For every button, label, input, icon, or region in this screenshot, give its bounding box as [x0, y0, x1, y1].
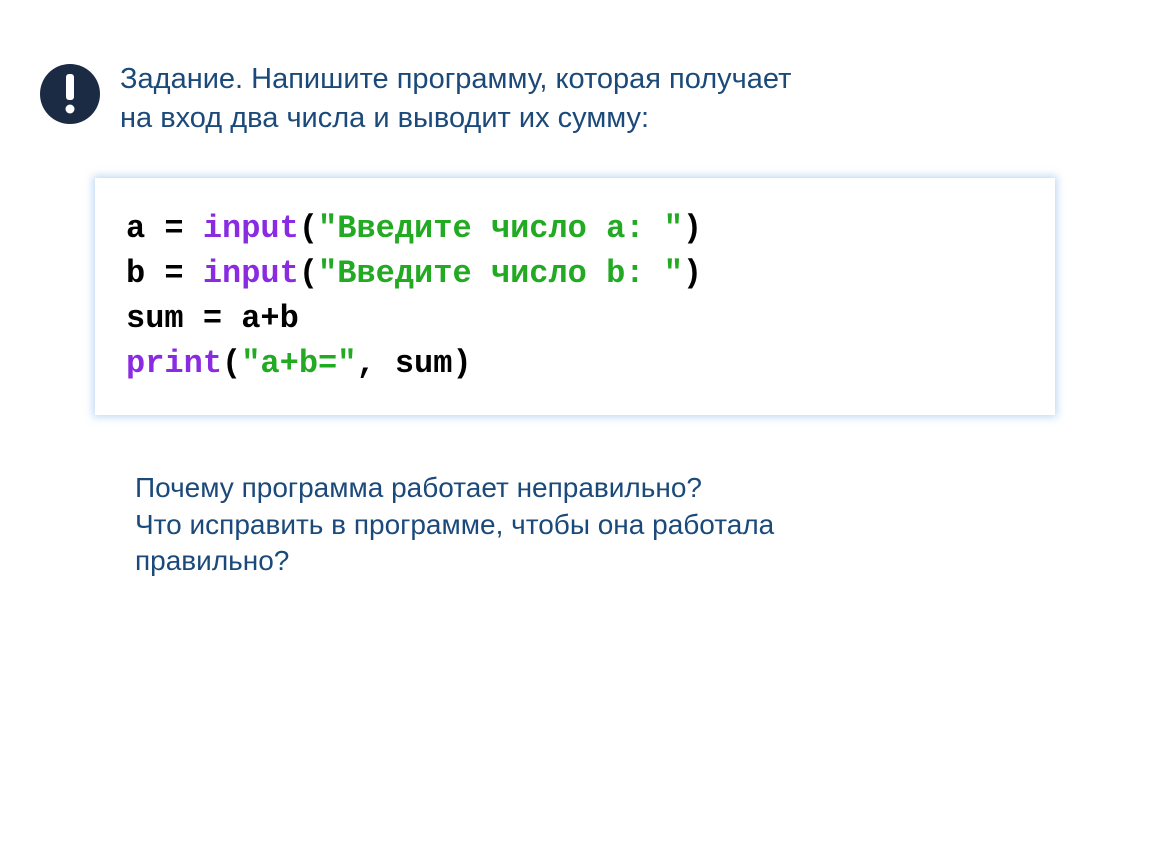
slide: Задание. Напишите программу, которая пол… — [0, 0, 1150, 620]
code-token: ) — [683, 210, 702, 247]
code-token: a = — [126, 210, 203, 247]
question-line1: Почему программа работает неправильно? — [135, 472, 702, 503]
code-token: , sum) — [356, 345, 471, 382]
code-token: ( — [299, 210, 318, 247]
task-title-line1: Задание. Напишите программу, которая пол… — [120, 63, 791, 95]
task-title: Задание. Напишите программу, которая пол… — [120, 60, 791, 138]
code-line-1: a = input("Введите число a: ") — [126, 207, 1024, 252]
question-line2: Что исправить в программе, чтобы она раб… — [135, 509, 774, 540]
question-block: Почему программа работает неправильно? Ч… — [135, 470, 1035, 579]
task-header: Задание. Напишите программу, которая пол… — [40, 60, 1110, 138]
code-token: ( — [299, 255, 318, 292]
code-line-4: print("a+b=", sum) — [126, 342, 1024, 387]
code-line-2: b = input("Введите число b: ") — [126, 252, 1024, 297]
code-token: ) — [683, 255, 702, 292]
code-token: "Введите число a: " — [318, 210, 683, 247]
code-token: sum = a+b — [126, 300, 299, 337]
code-token: b = — [126, 255, 203, 292]
code-token: print — [126, 345, 222, 382]
code-token: ( — [222, 345, 241, 382]
code-block: a = input("Введите число a: ") b = input… — [95, 178, 1055, 415]
code-token: "Введите число b: " — [318, 255, 683, 292]
task-title-line2: на вход два числа и выводит их сумму: — [120, 102, 649, 134]
exclamation-icon — [40, 64, 100, 124]
code-line-3: sum = a+b — [126, 297, 1024, 342]
code-token: input — [203, 255, 299, 292]
code-token: "a+b=" — [241, 345, 356, 382]
question-line3: правильно? — [135, 545, 289, 576]
code-token: input — [203, 210, 299, 247]
